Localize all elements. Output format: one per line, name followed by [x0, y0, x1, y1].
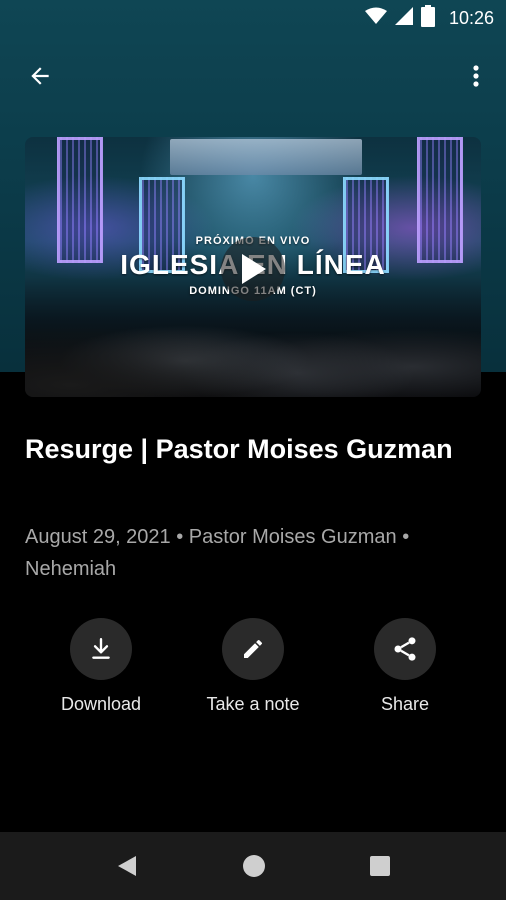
share-icon	[394, 637, 416, 661]
nav-recents-icon	[370, 856, 390, 876]
back-button[interactable]	[22, 58, 58, 94]
take-note-label: Take a note	[206, 694, 300, 714]
nav-back-button[interactable]	[113, 852, 141, 880]
pencil-icon	[244, 639, 263, 658]
action-row: Download Take a note Share	[0, 618, 506, 728]
nav-home-button[interactable]	[240, 852, 268, 880]
stage-screen	[170, 139, 362, 175]
sermon-title: Resurge | Pastor Moises Guzman	[25, 434, 453, 464]
share-circle[interactable]	[374, 618, 436, 680]
status-time: 10:26	[448, 7, 494, 28]
signal-icon	[394, 6, 413, 30]
nav-home-icon	[243, 855, 265, 877]
video-thumbnail[interactable]: PRÓXIMO EN VIVO IGLESIA EN LÍNEA DOMINGO…	[25, 137, 481, 397]
share-label: Share	[380, 694, 430, 714]
download-label: Download	[60, 694, 142, 714]
play-button[interactable]	[221, 237, 285, 301]
system-nav-bar	[0, 832, 506, 900]
play-icon	[242, 254, 266, 284]
download-button[interactable]: Download	[36, 618, 166, 715]
take-note-button[interactable]: Take a note	[188, 618, 318, 715]
share-button[interactable]: Share	[340, 618, 470, 715]
nav-recents-button[interactable]	[366, 852, 394, 880]
sermon-meta: August 29, 2021 • Pastor Moises Guzman •…	[25, 526, 410, 580]
nav-back-icon	[118, 856, 136, 876]
arrow-back-icon	[31, 67, 49, 85]
download-icon	[92, 638, 110, 659]
status-bar: 10:26	[0, 0, 506, 36]
battery-icon	[420, 4, 435, 32]
wifi-icon	[364, 7, 387, 30]
take-note-circle[interactable]	[222, 618, 284, 680]
app-bar	[0, 48, 506, 100]
more-vert-icon	[473, 65, 479, 87]
more-options-button[interactable]	[462, 58, 490, 94]
status-icons: 10:26	[364, 4, 494, 32]
download-circle[interactable]	[70, 618, 132, 680]
